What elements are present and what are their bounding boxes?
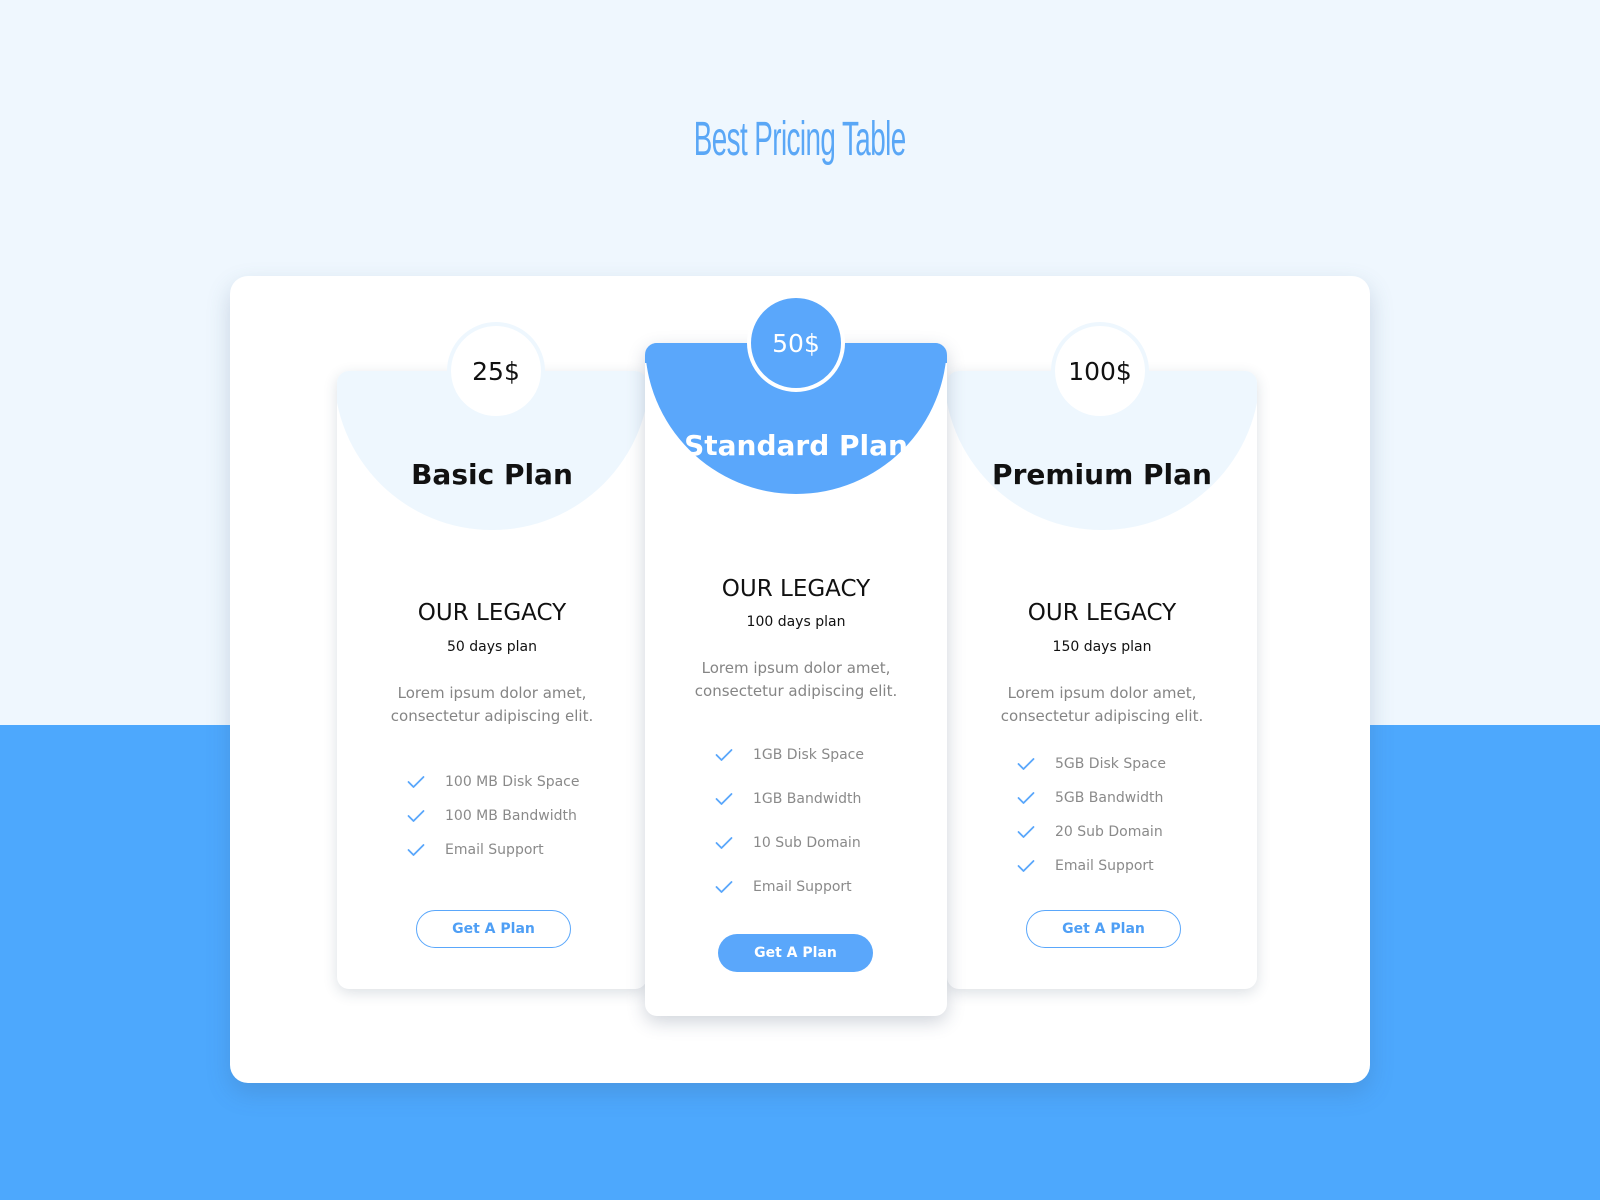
feature-item: Email Support xyxy=(715,865,935,909)
get-plan-button-premium[interactable]: Get A Plan xyxy=(1026,910,1181,948)
feature-list: 100 MB Disk Space 100 MB Bandwidth Email… xyxy=(407,765,627,867)
plan-duration: 100 days plan xyxy=(746,614,846,630)
feature-item: Email Support xyxy=(407,833,627,867)
check-icon xyxy=(1017,792,1035,804)
plan-card-basic: Basic Plan OUR LEGACY 50 days plan Lorem… xyxy=(337,371,647,989)
feature-item: 5GB Bandwidth xyxy=(1017,781,1237,815)
check-icon xyxy=(1017,860,1035,872)
plan-duration: 150 days plan xyxy=(1052,639,1152,655)
feature-label: 5GB Disk Space xyxy=(1055,756,1166,772)
feature-label: Email Support xyxy=(445,842,544,858)
check-icon xyxy=(715,881,733,893)
plan-name: Standard Plan xyxy=(684,429,908,462)
page-title-text: Best Pricing Table xyxy=(694,113,906,166)
plan-legacy-heading: OUR LEGACY xyxy=(1027,600,1177,626)
feature-list: 1GB Disk Space 1GB Bandwidth 10 Sub Doma… xyxy=(715,733,935,909)
feature-label: Email Support xyxy=(753,879,852,895)
plan-description: Lorem ipsum dolor amet, consectetur adip… xyxy=(694,659,898,700)
check-icon xyxy=(407,810,425,822)
check-icon xyxy=(715,749,733,761)
check-icon xyxy=(1017,758,1035,770)
plan-name: Basic Plan xyxy=(411,458,573,491)
feature-item: 10 Sub Domain xyxy=(715,821,935,865)
plan-name: Premium Plan xyxy=(992,458,1212,491)
feature-label: 1GB Disk Space xyxy=(753,747,864,763)
price-badge-basic: 25$ xyxy=(447,322,545,420)
plan-description: Lorem ipsum dolor amet, consectetur adip… xyxy=(1000,684,1204,725)
get-plan-button-standard[interactable]: Get A Plan xyxy=(718,934,873,972)
plan-card-standard: Standard Plan OUR LEGACY 100 days plan L… xyxy=(645,343,947,1016)
feature-item: 100 MB Disk Space xyxy=(407,765,627,799)
feature-label: 100 MB Bandwidth xyxy=(445,808,577,824)
feature-item: 1GB Bandwidth xyxy=(715,777,935,821)
plan-duration: 50 days plan xyxy=(447,639,537,655)
page-title: Best Pricing Table xyxy=(0,112,1600,167)
feature-item: 1GB Disk Space xyxy=(715,733,935,777)
feature-item: 100 MB Bandwidth xyxy=(407,799,627,833)
check-icon xyxy=(715,793,733,805)
plan-description: Lorem ipsum dolor amet, consectetur adip… xyxy=(390,684,594,725)
price-value: 100$ xyxy=(1068,356,1132,386)
price-badge-premium: 100$ xyxy=(1051,322,1149,420)
feature-item: 5GB Disk Space xyxy=(1017,747,1237,781)
plan-card-premium: Premium Plan OUR LEGACY 150 days plan Lo… xyxy=(947,371,1257,989)
price-badge-standard: 50$ xyxy=(747,294,845,392)
price-value: 50$ xyxy=(772,328,820,358)
plan-legacy-heading: OUR LEGACY xyxy=(417,600,567,626)
check-icon xyxy=(407,776,425,788)
price-value: 25$ xyxy=(472,356,520,386)
feature-label: 20 Sub Domain xyxy=(1055,824,1163,840)
feature-label: 100 MB Disk Space xyxy=(445,774,580,790)
feature-label: 1GB Bandwidth xyxy=(753,791,862,807)
plan-legacy-heading: OUR LEGACY xyxy=(721,576,871,602)
get-plan-button-basic[interactable]: Get A Plan xyxy=(416,910,571,948)
check-icon xyxy=(407,844,425,856)
feature-item: Email Support xyxy=(1017,849,1237,883)
feature-item: 20 Sub Domain xyxy=(1017,815,1237,849)
feature-label: Email Support xyxy=(1055,858,1154,874)
check-icon xyxy=(1017,826,1035,838)
feature-label: 5GB Bandwidth xyxy=(1055,790,1164,806)
feature-label: 10 Sub Domain xyxy=(753,835,861,851)
feature-list: 5GB Disk Space 5GB Bandwidth 20 Sub Doma… xyxy=(1017,747,1237,883)
check-icon xyxy=(715,837,733,849)
